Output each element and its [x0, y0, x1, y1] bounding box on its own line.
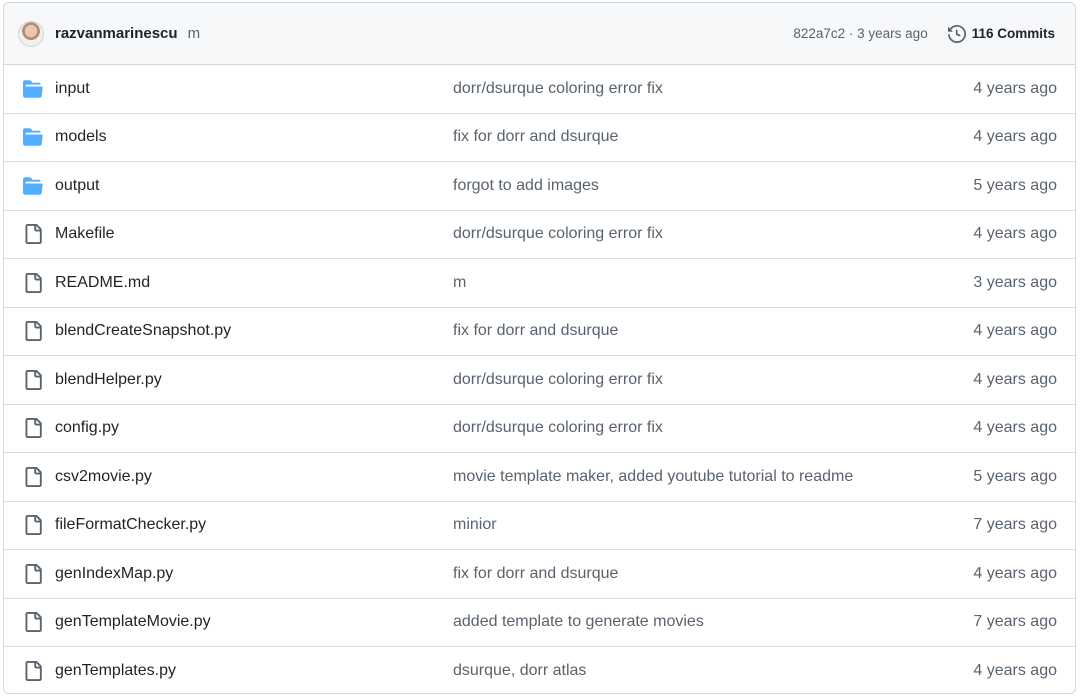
file-row[interactable]: README.md m 3 years ago	[4, 259, 1075, 308]
commits-count: 116 Commits	[971, 26, 1055, 41]
file-commit-message[interactable]: forgot to add images	[453, 177, 961, 195]
commit-meta[interactable]: 822a7c2 · 3 years ago	[793, 26, 927, 41]
file-name-link[interactable]: config.py	[55, 419, 453, 437]
file-commit-message[interactable]: minior	[453, 516, 961, 534]
file-commit-message[interactable]: dorr/dsurque coloring error fix	[453, 419, 961, 437]
file-icon	[22, 563, 44, 585]
folder-icon	[22, 175, 44, 197]
commit-message[interactable]: m	[188, 25, 201, 42]
file-row[interactable]: genTemplateMovie.py added template to gen…	[4, 599, 1075, 647]
file-icon	[22, 514, 44, 536]
file-commit-message[interactable]: added template to generate movies	[453, 613, 961, 631]
file-commit-message[interactable]: dorr/dsurque coloring error fix	[453, 225, 961, 243]
file-row[interactable]: fileFormatChecker.py minior 7 years ago	[4, 502, 1075, 550]
file-commit-message[interactable]: m	[453, 274, 961, 292]
file-icon	[22, 466, 44, 488]
file-row[interactable]: blendCreateSnapshot.py fix for dorr and d…	[4, 308, 1075, 356]
file-row[interactable]: csv2movie.py movie template maker, added …	[4, 453, 1075, 502]
file-name-link[interactable]: fileFormatChecker.py	[55, 516, 453, 534]
file-name-link[interactable]: blendHelper.py	[55, 371, 453, 389]
file-commit-age: 4 years ago	[973, 370, 1057, 388]
file-commit-message[interactable]: dorr/dsurque coloring error fix	[453, 371, 961, 389]
file-commit-age: 4 years ago	[973, 662, 1057, 680]
latest-commit-bar: razvanmarinescu m 822a7c2 · 3 years ago …	[4, 3, 1075, 65]
file-icon	[22, 660, 44, 682]
file-commit-age: 5 years ago	[973, 467, 1057, 485]
file-commit-age: 5 years ago	[973, 176, 1057, 194]
commits-link[interactable]: 116 Commits	[947, 24, 1055, 43]
file-commit-message[interactable]: movie template maker, added youtube tuto…	[453, 468, 961, 486]
author-avatar[interactable]	[18, 20, 44, 47]
file-name-link[interactable]: input	[55, 80, 453, 98]
file-icon	[22, 320, 44, 342]
file-row[interactable]: genIndexMap.py fix for dorr and dsurque 4 …	[4, 550, 1075, 599]
commit-author[interactable]: razvanmarinescu	[55, 25, 178, 42]
file-row[interactable]: blendHelper.py dorr/dsurque coloring erro…	[4, 356, 1075, 405]
file-row[interactable]: input dorr/dsurque coloring error fix 4 ye…	[4, 65, 1075, 114]
file-name-link[interactable]: output	[55, 177, 453, 195]
file-name-link[interactable]: blendCreateSnapshot.py	[55, 322, 453, 340]
file-name-link[interactable]: genTemplateMovie.py	[55, 613, 453, 631]
file-commit-age: 4 years ago	[973, 564, 1057, 582]
file-row[interactable]: genTemplates.py dsurque, dorr atlas 4 year…	[4, 647, 1075, 693]
file-commit-age: 3 years ago	[973, 273, 1057, 291]
file-row[interactable]: config.py dorr/dsurque coloring error fix…	[4, 405, 1075, 453]
file-browser: razvanmarinescu m 822a7c2 · 3 years ago …	[3, 2, 1076, 694]
file-commit-message[interactable]: fix for dorr and dsurque	[453, 128, 961, 146]
history-icon	[947, 24, 966, 43]
file-name-link[interactable]: models	[55, 128, 453, 146]
file-name-link[interactable]: genIndexMap.py	[55, 565, 453, 583]
file-commit-message[interactable]: dorr/dsurque coloring error fix	[453, 80, 961, 98]
file-icon	[22, 369, 44, 391]
folder-icon	[22, 78, 44, 100]
file-commit-age: 4 years ago	[973, 128, 1057, 146]
file-commit-age: 7 years ago	[973, 516, 1057, 534]
file-row[interactable]: output forgot to add images 5 years ago	[4, 162, 1075, 211]
file-name-link[interactable]: Makefile	[55, 225, 453, 243]
file-commit-message[interactable]: fix for dorr and dsurque	[453, 322, 961, 340]
file-commit-age: 4 years ago	[973, 419, 1057, 437]
file-list: input dorr/dsurque coloring error fix 4 ye…	[4, 65, 1075, 693]
file-icon	[22, 417, 44, 439]
folder-icon	[22, 126, 44, 148]
file-commit-age: 4 years ago	[973, 79, 1057, 97]
file-row[interactable]: models fix for dorr and dsurque 4 years ag…	[4, 114, 1075, 162]
file-icon	[22, 272, 44, 294]
file-row[interactable]: Makefile dorr/dsurque coloring error fix 4…	[4, 211, 1075, 259]
file-commit-age: 7 years ago	[973, 613, 1057, 631]
file-commit-age: 4 years ago	[973, 225, 1057, 243]
file-name-link[interactable]: genTemplates.py	[55, 662, 453, 680]
file-commit-message[interactable]: dsurque, dorr atlas	[453, 662, 961, 680]
file-icon	[22, 223, 44, 245]
file-commit-age: 4 years ago	[973, 322, 1057, 340]
file-name-link[interactable]: csv2movie.py	[55, 468, 453, 486]
file-name-link[interactable]: README.md	[55, 274, 453, 292]
file-icon	[22, 611, 44, 633]
file-commit-message[interactable]: fix for dorr and dsurque	[453, 565, 961, 583]
